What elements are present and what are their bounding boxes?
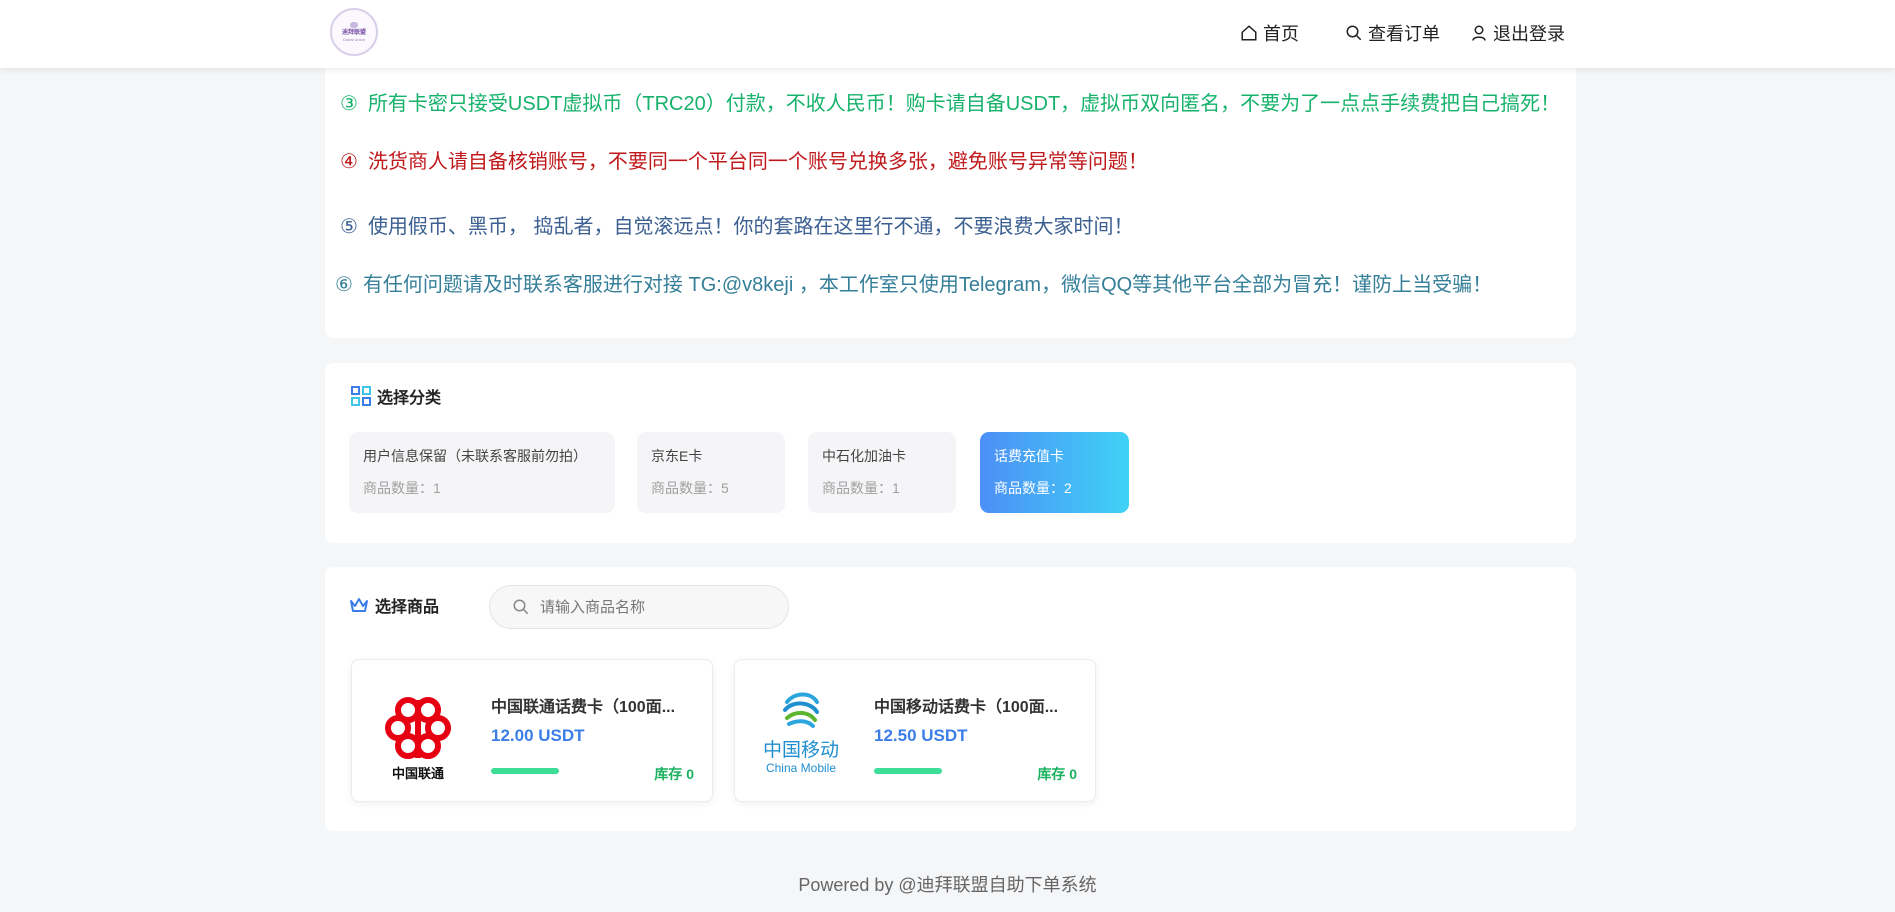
unicom-knot-icon: 中国联通	[385, 697, 451, 782]
category-item-count: 商品数量：1	[822, 480, 900, 496]
china-mobile-logo: 中国移动 China Mobile	[751, 680, 851, 780]
category-item-phone-recharge[interactable]: 话费充值卡 商品数量：2	[980, 432, 1129, 513]
logo-mark	[350, 22, 358, 28]
category-item-count: 商品数量：5	[651, 480, 729, 496]
notice-line: ③ 所有卡密只接受USDT虚拟币（TRC20）付款，不收人民币！购卡请自备USDT…	[340, 87, 1560, 116]
product-stock: 库存 0	[654, 766, 694, 782]
category-item-jd-card[interactable]: 京东E卡 商品数量：5	[637, 432, 785, 513]
goods-card: 选择商品 中国联通 中国联通话费卡（100面... 12.00 USDT	[325, 567, 1576, 831]
notice-card: ③ 所有卡密只接受USDT虚拟币（TRC20）付款，不收人民币！购卡请自备USDT…	[325, 60, 1576, 338]
notice-line: ⑤ 使用假币、黑币， 捣乱者，自觉滚远点！你的套路在这里行不通，不要浪费大家时间！	[340, 210, 1134, 239]
notice-number: ⑤	[340, 216, 358, 238]
category-item-name: 中石化加油卡	[822, 448, 906, 464]
home-icon	[1241, 25, 1257, 41]
china-unicom-logo: 中国联通	[368, 680, 468, 782]
category-item-sinopec-card[interactable]: 中石化加油卡 商品数量：1	[808, 432, 956, 513]
search-icon	[1346, 25, 1362, 41]
category-item-name: 话费充值卡	[994, 448, 1064, 464]
notice-text: 洗货商人请自备核销账号，不要同一个平台同一个账号兑换多张，避免账号异常等问题！	[367, 151, 1148, 173]
logo-title: 迪拜联盟	[341, 30, 366, 36]
category-item-user-info[interactable]: 用户信息保留（未联系客服前勿拍） 商品数量：1	[349, 432, 615, 513]
notice-line: ④ 洗货商人请自备核销账号，不要同一个平台同一个账号兑换多张，避免账号异常等问题！	[340, 145, 1148, 174]
category-section-title: 选择分类	[351, 384, 441, 408]
product-price: 12.50 USDT	[874, 726, 968, 745]
category-item-name: 京东E卡	[651, 448, 703, 464]
category-item-name: 用户信息保留（未联系客服前勿拍）	[363, 448, 587, 464]
product-card-unicom[interactable]: 中国联通 中国联通话费卡（100面... 12.00 USDT 库存 0	[351, 659, 713, 802]
footer-powered-by: Powered by @迪拜联盟自助下单系统	[798, 875, 1097, 895]
nav-logout[interactable]: 退出登录	[1470, 20, 1565, 46]
nav-orders[interactable]: 查看订单	[1345, 20, 1440, 46]
category-title: 选择分类	[377, 390, 442, 407]
product-search-input[interactable]	[540, 598, 770, 616]
stock-bar	[874, 768, 942, 774]
mobile-swirl-icon: 中国移动 China Mobile	[763, 692, 839, 775]
nav-home-label: 首页	[1263, 24, 1299, 44]
unicom-logo-text: 中国联通	[392, 766, 444, 780]
mobile-logo-text: 中国移动	[763, 739, 839, 761]
nav-logout-label: 退出登录	[1493, 24, 1565, 44]
user-icon	[1472, 25, 1486, 41]
product-name: 中国联通话费卡（100面...	[491, 699, 676, 716]
search-icon	[513, 599, 529, 615]
notice-text: 使用假币、黑币， 捣乱者，自觉滚远点！你的套路在这里行不通，不要浪费大家时间！	[367, 216, 1134, 238]
product-card-mobile[interactable]: 中国移动 China Mobile 中国移动话费卡（100面... 12.50 …	[734, 659, 1096, 802]
notice-number: ④	[340, 151, 358, 173]
notice-line: ⑥ 有任何问题请及时联系客服进行对接 TG:@v8keji ，本工作室只使用Tel…	[335, 268, 1492, 297]
category-item-count: 商品数量：2	[994, 480, 1072, 496]
product-stock: 库存 0	[1037, 766, 1077, 782]
top-header: 迪拜联盟 Dubai Union 首页 查看订单 退出登录	[0, 0, 1895, 68]
product-search-box[interactable]	[489, 585, 789, 629]
notice-number: ③	[340, 93, 358, 115]
stock-bar	[491, 768, 559, 774]
category-item-count: 商品数量：1	[363, 480, 441, 496]
goods-section-title: 选择商品	[349, 593, 439, 617]
mobile-logo-subtext: China Mobile	[766, 761, 836, 775]
nav-home[interactable]: 首页	[1240, 20, 1299, 46]
product-price: 12.00 USDT	[491, 726, 585, 745]
notice-text: 所有卡密只接受USDT虚拟币（TRC20）付款，不收人民币！购卡请自备USDT，…	[367, 93, 1561, 115]
notice-number: ⑥	[335, 274, 353, 296]
notice-text: 有任何问题请及时联系客服进行对接 TG:@v8keji ，本工作室只使用Tele…	[362, 274, 1493, 296]
nav-orders-label: 查看订单	[1368, 24, 1440, 44]
site-logo[interactable]: 迪拜联盟 Dubai Union	[330, 8, 378, 56]
logo-subtitle: Dubai Union	[342, 37, 365, 42]
crown-icon	[350, 598, 368, 612]
product-name: 中国移动话费卡（100面...	[874, 699, 1059, 716]
category-card: 选择分类 用户信息保留（未联系客服前勿拍） 商品数量：1 京东E卡 商品数量：5…	[325, 363, 1576, 543]
goods-title: 选择商品	[375, 599, 440, 616]
grid-icon	[351, 386, 371, 406]
